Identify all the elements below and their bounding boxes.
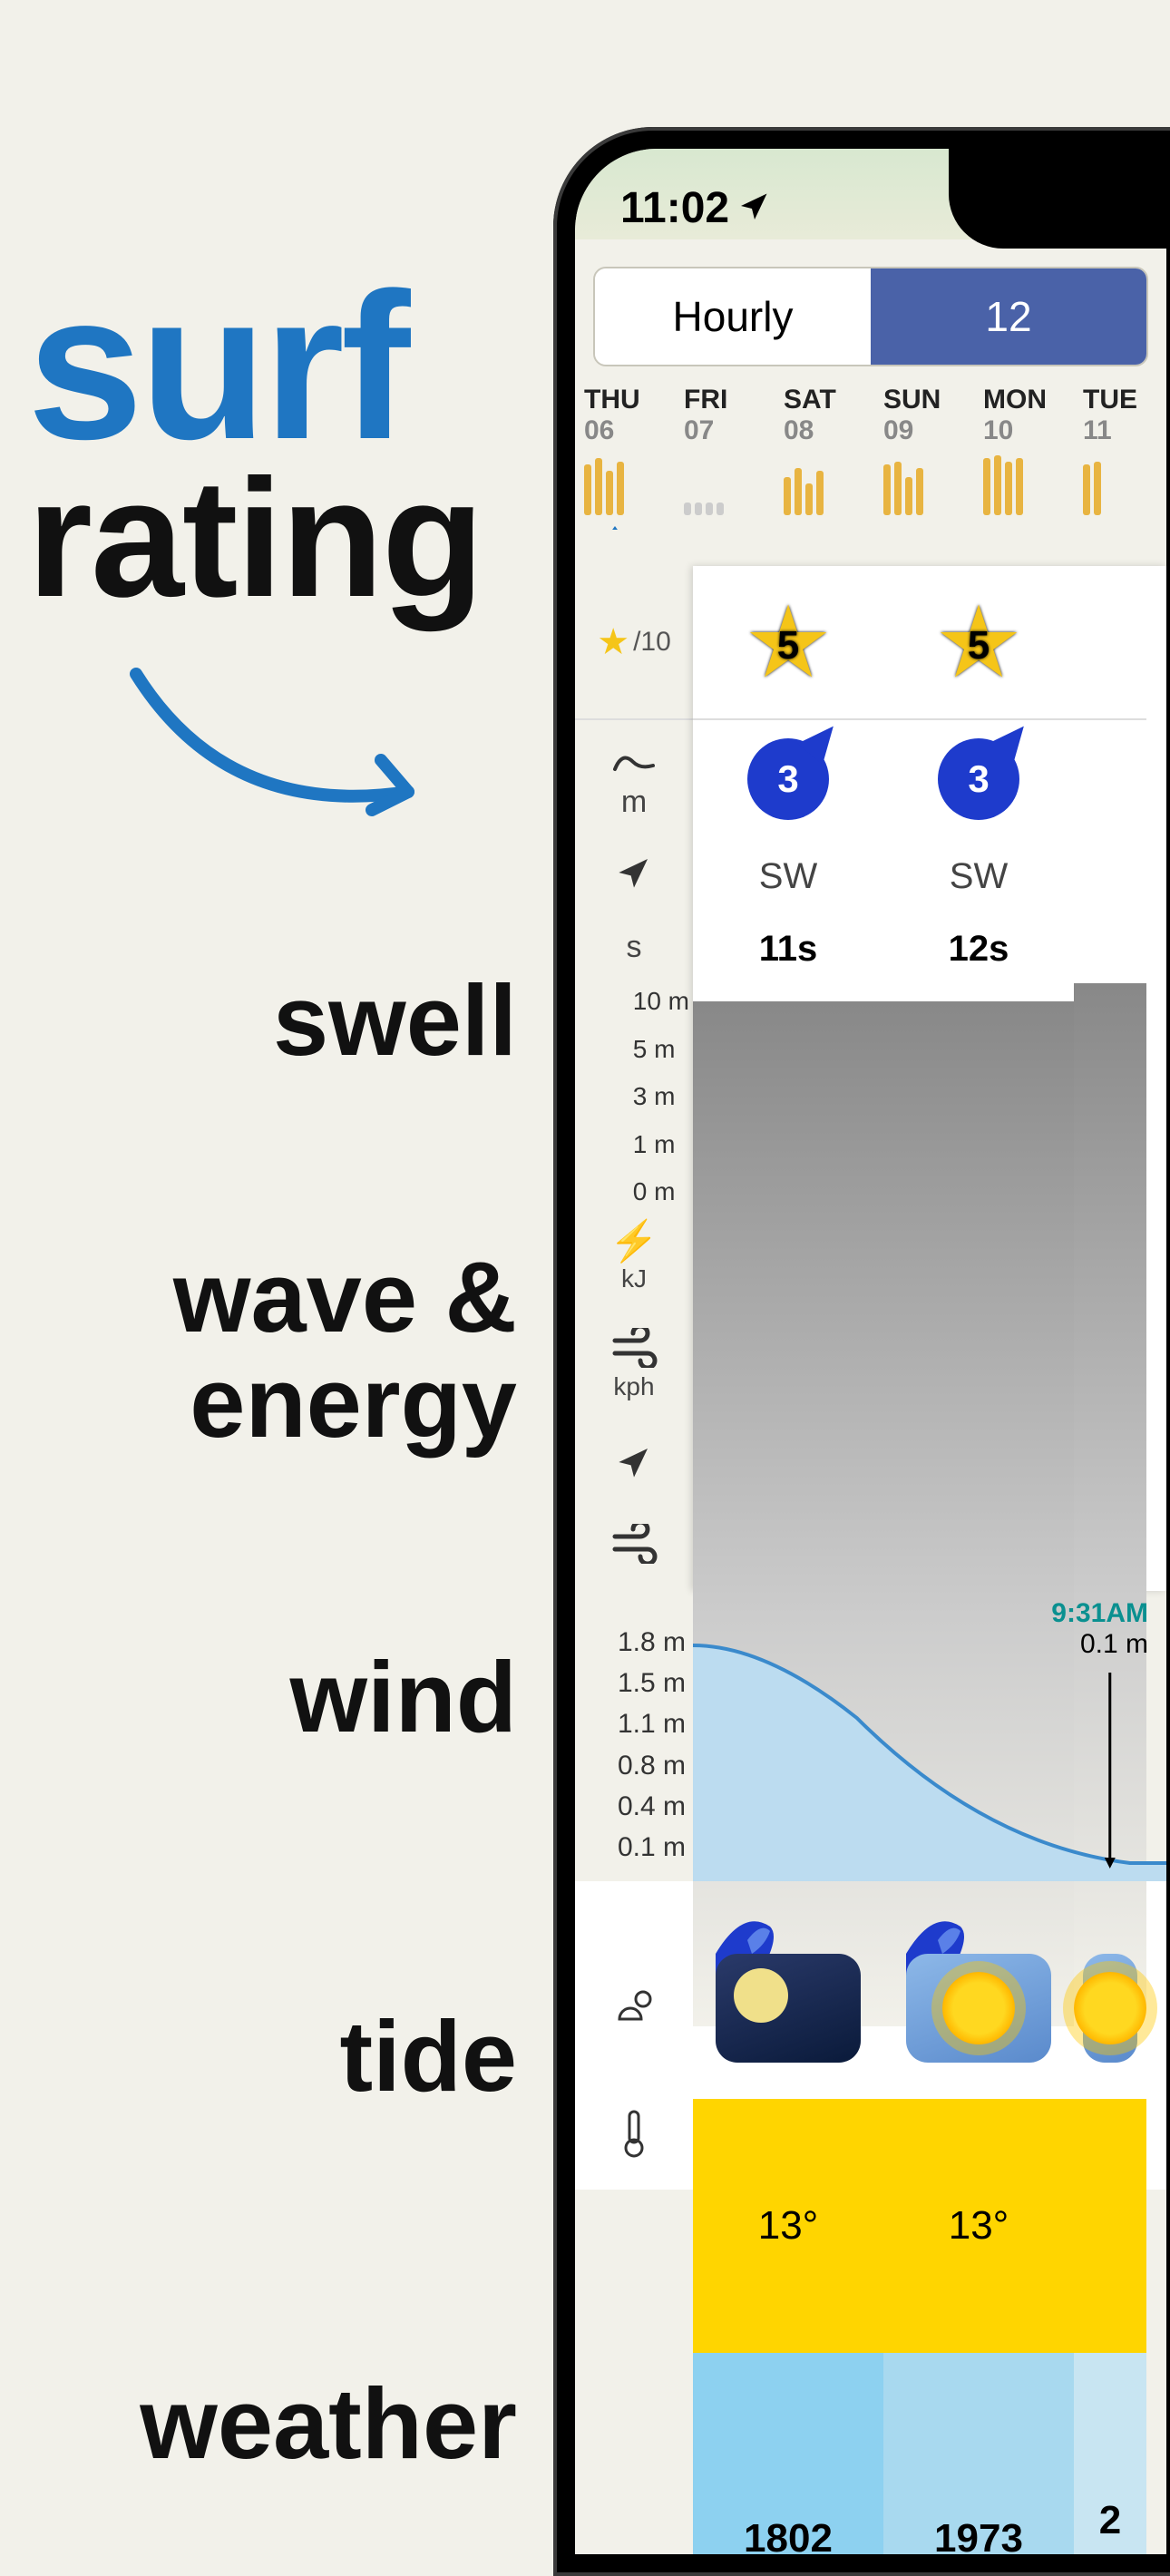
bolt-icon: ⚡	[609, 1217, 659, 1264]
swell-height-badge: 3	[938, 738, 1019, 820]
location-arrow-icon	[738, 183, 771, 233]
temperature: 13°	[693, 2099, 883, 2353]
day-thu[interactable]: THU 06	[584, 385, 684, 530]
wind-icon	[609, 1328, 658, 1372]
wind-quality-label	[575, 1500, 693, 1591]
cloud-sun-icon	[609, 1986, 659, 2031]
tide-marker: 9:31AM 0.1 m	[1051, 1598, 1148, 1660]
thermometer-icon	[620, 2108, 648, 2163]
forecast-grid: ★ /10 m s 10 m 5	[575, 566, 1166, 1591]
star-icon: ★	[597, 621, 629, 663]
forecast-col-2[interactable]: ★5 3 SW 12s 1973 15 NNW cross-off	[883, 566, 1074, 1591]
temp-label	[575, 2081, 693, 2190]
compass-arrow-icon	[616, 1444, 652, 1485]
tide-chart[interactable]: 1.8 m 1.5 m 1.1 m 0.8 m 0.4 m 0.1 m 9:31…	[575, 1591, 1166, 1881]
forecast-col-3-partial[interactable]: 2	[1074, 566, 1146, 1591]
arrow-icon	[118, 656, 463, 855]
headline-rating: rating	[27, 460, 580, 620]
label-wave: wave & energy	[27, 1245, 580, 1455]
phone-frame: 11:02 Hourly 12 THU 06 FRI 07	[553, 127, 1170, 2576]
wind-speed-label: kph	[575, 1301, 693, 1428]
swell-period-label: s	[575, 911, 693, 983]
marketing-panel: surf rating swell wave & energy wind tid…	[0, 0, 580, 2477]
forecast-col-1[interactable]: ★5 3 SW 11s 1802 10 NW cross-off	[693, 566, 883, 1591]
day-tue[interactable]: TUE 11	[1083, 385, 1166, 530]
view-segmented-control[interactable]: Hourly 12	[593, 267, 1148, 366]
tide-scale-labels: 1.8 m 1.5 m 1.1 m 0.8 m 0.4 m 0.1 m	[575, 1627, 693, 1863]
day-selector-strip[interactable]: THU 06 FRI 07 SAT 08 SUN 09 MON	[575, 385, 1166, 530]
rating-label: ★ /10	[575, 566, 693, 720]
swell-period: 11s	[693, 929, 883, 1001]
label-weather: weather	[27, 2372, 580, 2477]
swell-direction: SW	[693, 856, 883, 929]
rating-value: ★5	[693, 566, 883, 720]
segment-twelve[interactable]: 12	[871, 268, 1146, 365]
weather-col-3-partial[interactable]	[1074, 1936, 1146, 2190]
compass-arrow-icon	[616, 854, 652, 895]
status-time: 11:02	[620, 183, 729, 233]
rating-value: ★5	[883, 566, 1074, 720]
weather-col-1[interactable]: 13°	[693, 1936, 883, 2190]
segment-hourly[interactable]: Hourly	[595, 268, 871, 365]
energy-label: ⚡ kJ	[575, 1210, 693, 1301]
weather-night-icon	[716, 1954, 861, 2063]
label-swell: swell	[27, 969, 580, 1074]
swell-height-badge: 3	[747, 738, 829, 820]
wind-icon	[609, 1524, 658, 1568]
day-sat[interactable]: SAT 08	[784, 385, 883, 530]
swell-height-label: m	[575, 720, 693, 838]
day-mon[interactable]: MON 10	[983, 385, 1083, 530]
wave-scale-label: 10 m 5 m 3 m 1 m 0 m	[575, 983, 693, 1210]
swell-period: 12s	[883, 929, 1074, 1001]
label-wind: wind	[27, 1645, 580, 1751]
label-tide: tide	[27, 2005, 580, 2110]
swell-direction-label	[575, 838, 693, 911]
temperature: 13°	[883, 2099, 1074, 2353]
day-selected-marker-icon	[600, 526, 629, 530]
day-sun[interactable]: SUN 09	[883, 385, 983, 530]
phone-notch	[949, 149, 1166, 249]
weather-label	[575, 1936, 693, 2081]
weather-sunny-icon	[906, 1954, 1051, 2063]
weather-sunny-icon	[1083, 1954, 1137, 2063]
wind-direction-label	[575, 1428, 693, 1500]
wave-small-icon	[611, 739, 657, 785]
swell-direction: SW	[883, 856, 1074, 929]
weather-col-2[interactable]: 13°	[883, 1936, 1074, 2190]
day-fri[interactable]: FRI 07	[684, 385, 784, 530]
headline-surf: surf	[27, 272, 580, 460]
